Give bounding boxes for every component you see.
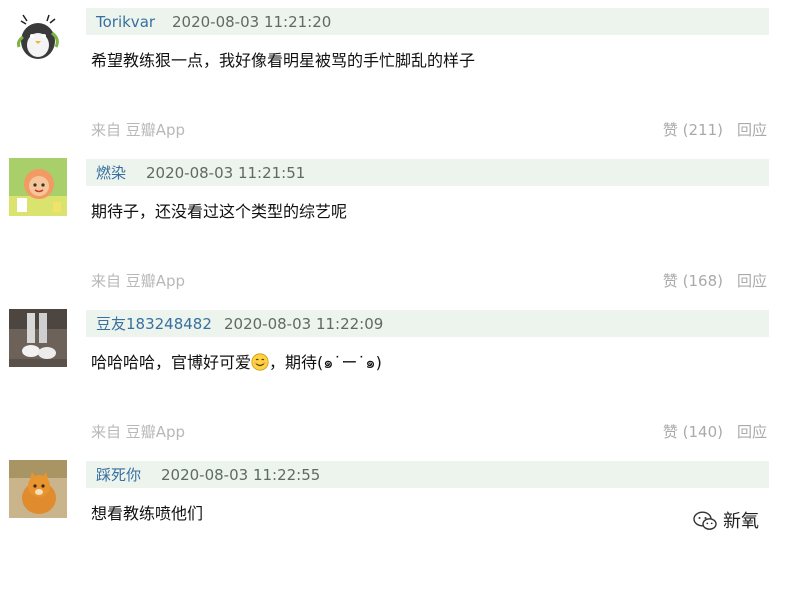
content-text: ，期待(๑˙ー˙๑) (269, 353, 382, 372)
comment-time: 2020-08-03 11:21:20 (172, 13, 332, 31)
comment-content: 期待子，还没看过这个类型的综艺呢 (91, 202, 348, 221)
comment-header: 燃染 2020-08-03 11:21:51 (86, 159, 769, 186)
username-link[interactable]: Torikvar (96, 13, 155, 31)
cartoon-character-icon (9, 158, 67, 216)
source-label: 来自 豆瓣App (91, 121, 186, 139)
username-link[interactable]: 踩死你 (96, 466, 141, 484)
comment-time: 2020-08-03 11:22:55 (161, 466, 321, 484)
comment-time: 2020-08-03 11:22:09 (224, 315, 384, 333)
comment-content: 哈哈哈哈，官博好可爱 ，期待(๑˙ー˙๑) (91, 353, 382, 373)
comment-item: 豆友183248482 2020-08-03 11:22:09 哈哈哈哈，官博好… (0, 304, 787, 454)
comment-actions: 赞 (211) 回应 (663, 120, 767, 140)
username-link[interactable]: 燃染 (96, 164, 126, 182)
comment-actions: 赞 (168) 回应 (663, 271, 767, 291)
source-label: 来自 豆瓣App (91, 272, 186, 290)
penguin-sticker-icon (9, 7, 67, 65)
wechat-bubble-icon (693, 511, 717, 530)
reply-button[interactable]: 回应 (737, 423, 767, 441)
avatar[interactable] (9, 158, 67, 216)
like-button[interactable]: 赞 (168) (663, 272, 723, 290)
source-label: 来自 豆瓣App (91, 423, 186, 441)
comment-content: 希望教练狠一点，我好像看明星被骂的手忙脚乱的样子 (91, 51, 476, 70)
orange-cat-photo-icon (9, 460, 67, 518)
like-button[interactable]: 赞 (140) (663, 423, 723, 441)
sneakers-photo-icon (9, 309, 67, 367)
avatar[interactable] (9, 460, 67, 518)
reply-button[interactable]: 回应 (737, 272, 767, 290)
comment-content: 想看教练喷他们 (91, 504, 204, 523)
comment-footer: 来自 豆瓣App 赞 (211) 回应 (91, 120, 767, 140)
watermark: 新氧 (693, 510, 759, 534)
comment-footer: 来自 豆瓣App 赞 (168) 回应 (91, 271, 767, 291)
comment-header: 豆友183248482 2020-08-03 11:22:09 (86, 310, 769, 337)
avatar[interactable] (9, 7, 67, 65)
comment-actions: 赞 (140) 回应 (663, 422, 767, 442)
comment-header: 踩死你 2020-08-03 11:22:55 (86, 461, 769, 488)
avatar[interactable] (9, 309, 67, 367)
like-button[interactable]: 赞 (211) (663, 121, 723, 139)
comment-item: 踩死你 2020-08-03 11:22:55 想看教练喷他们 (0, 455, 787, 605)
watermark-text: 新氧 (723, 511, 759, 532)
reply-button[interactable]: 回应 (737, 121, 767, 139)
comment-header: Torikvar 2020-08-03 11:21:20 (86, 8, 769, 35)
comment-item: 燃染 2020-08-03 11:21:51 期待子，还没看过这个类型的综艺呢 … (0, 153, 787, 303)
smiling-face-icon (251, 353, 269, 371)
comment-footer: 来自 豆瓣App 赞 (140) 回应 (91, 422, 767, 442)
content-text: 哈哈哈哈，官博好可爱 (91, 353, 252, 372)
comment-item: Torikvar 2020-08-03 11:21:20 希望教练狠一点，我好像… (0, 2, 787, 152)
comment-time: 2020-08-03 11:21:51 (146, 164, 306, 182)
username-link[interactable]: 豆友183248482 (96, 315, 212, 333)
